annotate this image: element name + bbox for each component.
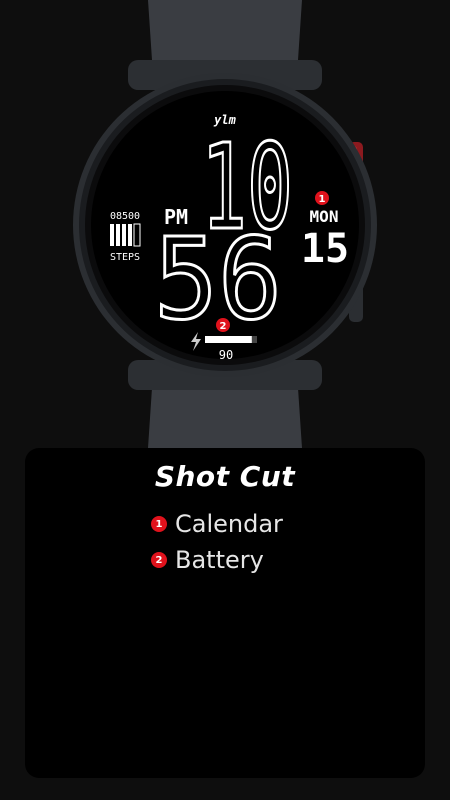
panel-title: Shot Cut [154, 460, 296, 493]
battery-value: 90 [219, 348, 233, 362]
watch-illustration: ylm 10 56 PM 08500 STEPS 1 MON 15 2 90 [73, 0, 377, 448]
svg-text:2: 2 [220, 321, 227, 332]
shortcut-panel: Shot Cut 1 Calendar 2 Battery [25, 448, 425, 778]
shortcut-item-battery: 2 Battery [151, 546, 264, 574]
shortcut-label: Battery [175, 546, 264, 574]
svg-text:1: 1 [319, 194, 326, 205]
number-badge: 1 [151, 516, 167, 532]
number-badge: 2 [151, 552, 167, 568]
watch-strap-bottom [148, 380, 302, 448]
steps-label: STEPS [110, 252, 140, 263]
date-label[interactable]: 15 [301, 226, 349, 272]
day-label[interactable]: MON [310, 207, 339, 226]
shortcut-item-calendar: 1 Calendar [151, 510, 283, 538]
steps-value: 08500 [110, 211, 140, 222]
shortcut-label: Calendar [175, 510, 283, 538]
ampm-label: PM [164, 205, 188, 229]
battery-bar-fill [205, 336, 252, 343]
watch-strap-top [148, 0, 302, 70]
